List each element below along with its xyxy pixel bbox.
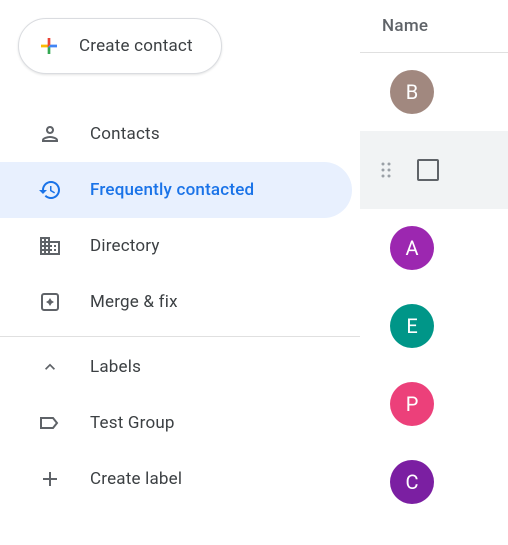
avatar: E xyxy=(390,304,434,348)
contact-row[interactable]: B xyxy=(360,53,508,131)
nav-create-label-label: Create label xyxy=(90,469,182,489)
sidebar-divider xyxy=(0,336,360,337)
contact-list: B AEPC xyxy=(360,53,508,521)
chevron-up-icon xyxy=(38,355,62,379)
contact-row[interactable]: C xyxy=(360,443,508,521)
sparkle-icon xyxy=(38,290,62,314)
nav-frequently-label: Frequently contacted xyxy=(90,180,254,200)
person-icon xyxy=(38,122,62,146)
avatar: P xyxy=(390,382,434,426)
sidebar: Create contact Contacts Frequently conta… xyxy=(0,0,360,545)
label-icon xyxy=(38,411,62,435)
add-icon xyxy=(38,467,62,491)
contact-row[interactable] xyxy=(360,131,508,209)
nav-labels[interactable]: Labels xyxy=(0,339,352,395)
contact-row[interactable]: P xyxy=(360,365,508,443)
main-content: Name B AEPC xyxy=(360,0,508,545)
nav-directory-label: Directory xyxy=(90,236,160,256)
avatar: A xyxy=(390,226,434,270)
column-header-name[interactable]: Name xyxy=(382,16,428,36)
contact-checkbox[interactable] xyxy=(406,148,450,192)
plus-icon xyxy=(37,34,61,58)
avatar: C xyxy=(390,460,434,504)
contact-row[interactable]: E xyxy=(360,287,508,365)
nav-merge-fix[interactable]: Merge & fix xyxy=(0,274,352,330)
nav-labels-label: Labels xyxy=(90,357,141,377)
contact-row[interactable]: A xyxy=(360,209,508,287)
nav-contacts-label: Contacts xyxy=(90,124,160,144)
nav-create-label[interactable]: Create label xyxy=(0,451,352,507)
nav-merge-label: Merge & fix xyxy=(90,292,178,312)
drag-handle-icon[interactable] xyxy=(376,162,396,178)
secondary-nav: Labels Test Group Create label xyxy=(0,339,360,507)
nav-directory[interactable]: Directory xyxy=(0,218,352,274)
history-icon xyxy=(38,178,62,202)
nav-frequently-contacted[interactable]: Frequently contacted xyxy=(0,162,352,218)
nav-contacts[interactable]: Contacts xyxy=(0,106,352,162)
nav: Contacts Frequently contacted Directory xyxy=(0,106,360,330)
nav-test-group[interactable]: Test Group xyxy=(0,395,352,451)
nav-test-group-label: Test Group xyxy=(90,413,175,433)
domain-icon xyxy=(38,234,62,258)
create-contact-label: Create contact xyxy=(79,36,193,56)
create-contact-button[interactable]: Create contact xyxy=(18,18,222,74)
avatar: B xyxy=(390,70,434,114)
list-header: Name xyxy=(360,0,508,52)
